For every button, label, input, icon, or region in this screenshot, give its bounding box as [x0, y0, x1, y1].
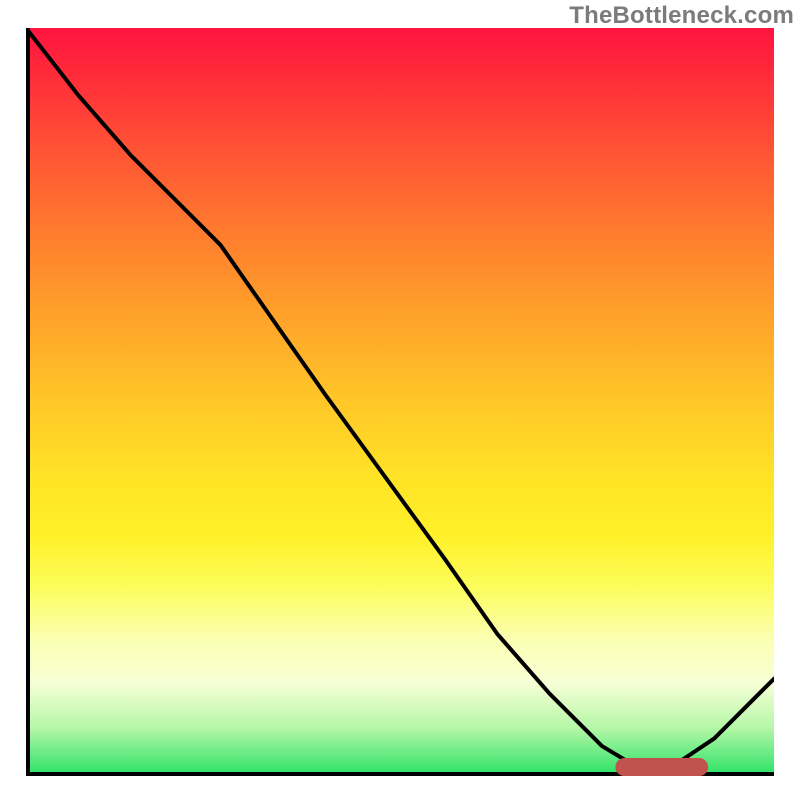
chart-stage: TheBottleneck.com [0, 0, 800, 800]
watermark-text: TheBottleneck.com [569, 2, 794, 30]
plot-area [26, 28, 774, 776]
